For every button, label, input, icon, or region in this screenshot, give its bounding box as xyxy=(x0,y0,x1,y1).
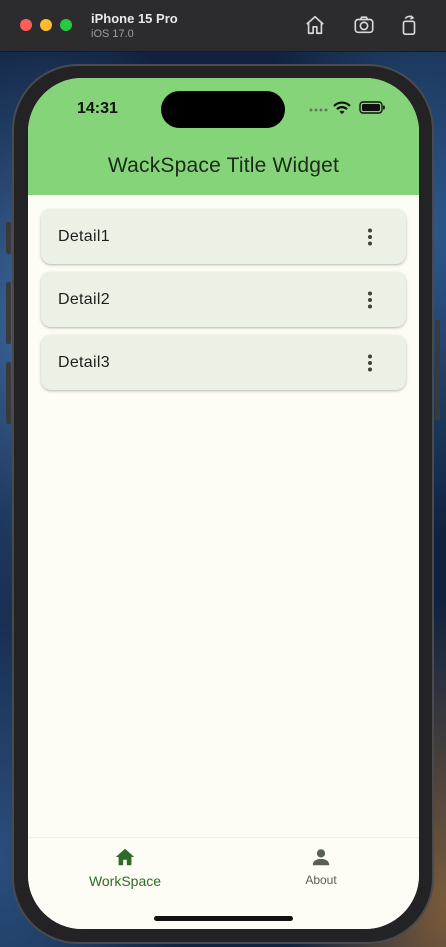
rotate-icon[interactable] xyxy=(398,14,420,36)
close-window-button[interactable] xyxy=(20,19,32,31)
zoom-window-button[interactable] xyxy=(60,19,72,31)
list-item-label: Detail2 xyxy=(58,291,110,308)
status-time: 14:31 xyxy=(77,100,118,117)
nav-item-about[interactable]: About xyxy=(261,846,381,887)
more-vert-icon[interactable] xyxy=(360,353,380,373)
power-button[interactable] xyxy=(435,320,440,420)
home-icon[interactable] xyxy=(304,14,326,36)
signal-icon xyxy=(309,108,328,112)
volume-up-button[interactable] xyxy=(6,282,11,344)
phone-screen: 14:31 WackSpace Title Widget Detail1 Det… xyxy=(28,78,419,929)
dynamic-island xyxy=(161,91,285,128)
home-indicator[interactable] xyxy=(154,916,293,921)
screenshot-icon[interactable] xyxy=(353,14,375,36)
list-item-detail2[interactable]: Detail2 xyxy=(41,272,406,327)
status-icons xyxy=(309,101,385,114)
wifi-icon xyxy=(333,101,351,114)
more-vert-icon[interactable] xyxy=(360,290,380,310)
minimize-window-button[interactable] xyxy=(40,19,52,31)
nav-label-about: About xyxy=(305,873,337,887)
person-icon xyxy=(312,849,330,866)
page-title: WackSpace Title Widget xyxy=(107,154,340,177)
list-item-detail3[interactable]: Detail3 xyxy=(41,335,406,390)
more-vert-icon[interactable] xyxy=(360,227,380,247)
nav-item-workspace[interactable]: WorkSpace xyxy=(65,846,185,889)
action-button[interactable] xyxy=(6,222,11,254)
os-version: iOS 17.0 xyxy=(91,28,134,40)
home-icon xyxy=(115,848,135,866)
simulator-titlebar: iPhone 15 Pro iOS 17.0 xyxy=(0,0,446,52)
detail-list: Detail1 Detail2 Detail3 xyxy=(41,209,406,398)
nav-label-workspace: WorkSpace xyxy=(88,873,162,889)
battery-icon xyxy=(359,101,385,114)
list-item-detail1[interactable]: Detail1 xyxy=(41,209,406,264)
list-item-label: Detail1 xyxy=(58,228,110,245)
volume-down-button[interactable] xyxy=(6,362,11,424)
list-item-label: Detail3 xyxy=(58,354,110,371)
app-bar: 14:31 WackSpace Title Widget xyxy=(28,78,419,195)
device-name: iPhone 15 Pro xyxy=(91,11,178,26)
